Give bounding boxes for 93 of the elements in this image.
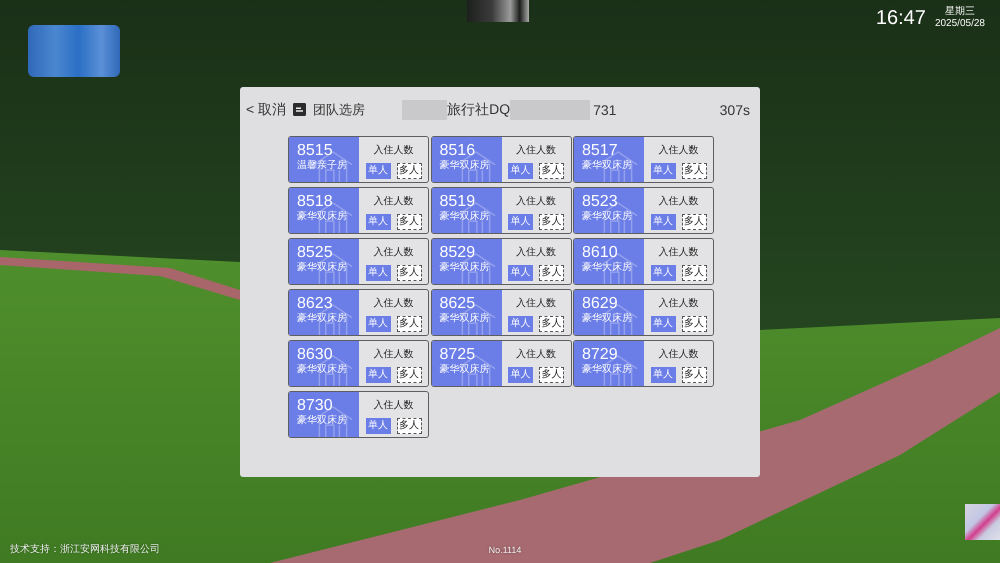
occupancy-label: 入住人数 [516,196,556,208]
room-type: 豪华双床房 [582,364,633,376]
occupancy-label: 入住人数 [374,145,414,157]
occupancy-option[interactable]: 多人 [682,265,706,281]
occupancy-label: 入住人数 [658,247,698,259]
occupancy-label: 入住人数 [374,247,414,259]
occupancy-option[interactable]: 多人 [539,367,564,383]
occupancy-option[interactable]: 单人 [508,214,533,230]
occupancy-label: 入住人数 [516,145,556,157]
occupancy-option[interactable]: 单人 [650,265,676,281]
document-icon [293,103,306,116]
date-label: 2025/05/28 [934,18,985,30]
weekday-label: 星期三 [944,6,975,18]
occupancy-option[interactable]: 多人 [682,214,706,230]
occupancy-label: 入住人数 [374,196,414,208]
occupancy-option[interactable]: 多人 [682,367,706,383]
room-type: 豪华双床房 [440,262,490,274]
room-type: 豪华双床房 [582,313,633,325]
room-number: 8730 [297,396,334,414]
occupancy-option[interactable]: 多人 [539,163,564,179]
room-type: 豪华双床房 [582,211,633,223]
occupancy-option[interactable]: 单人 [366,418,390,434]
occupancy-option[interactable]: 单人 [508,265,533,281]
occupancy-option[interactable]: 单人 [508,163,533,179]
room-type: 豪华双床房 [440,211,490,223]
pixelated-block [466,0,529,22]
group-name: 旅行社DQ [447,100,510,118]
occupancy-label: 入住人数 [658,298,698,310]
room-type: 豪华双床房 [297,313,348,325]
room-number: 8515 [297,141,334,160]
room-number: 8630 [297,345,334,364]
room-number: 8518 [297,192,334,210]
room-number: 8623 [297,294,334,312]
room-type: 豪华双床房 [440,364,490,376]
occupancy-option[interactable]: 多人 [396,367,422,383]
occupancy-option[interactable]: 单人 [650,316,676,332]
occupancy-option[interactable]: 多人 [396,163,422,179]
occupancy-option[interactable]: 单人 [508,367,533,383]
room-number: 8517 [582,141,619,160]
room-number: 8725 [440,345,476,364]
device-number: No.1114 [488,544,522,556]
room-type: 豪华双床房 [582,160,633,172]
occupancy-option[interactable]: 单人 [650,367,676,383]
occupancy-option[interactable]: 单人 [366,367,390,383]
occupancy-option[interactable]: 多人 [539,214,564,230]
occupancy-option[interactable]: 单人 [508,316,533,332]
occupancy-option[interactable]: 单人 [366,214,390,230]
occupancy-label: 入住人数 [516,349,556,361]
clock-time: 16:47 [876,7,926,29]
occupancy-option[interactable]: 多人 [539,265,564,281]
occupancy-label: 入住人数 [374,400,414,412]
occupancy-option[interactable]: 多人 [396,265,422,281]
room-number: 8729 [582,345,619,364]
room-type: 豪华双床房 [297,262,348,274]
room-type: 温馨亲子房 [297,160,348,172]
occupancy-option[interactable]: 多人 [539,316,564,332]
support-credit: 技术支持：浙江安网科技有限公司 [10,544,160,556]
room-type: 豪华双床房 [297,415,348,427]
occupancy-label: 入住人数 [658,145,698,157]
occupancy-option[interactable]: 单人 [366,265,390,281]
room-number: 8610 [582,243,619,262]
occupancy-option[interactable]: 单人 [650,163,676,179]
room-type: 豪华大床房 [582,262,633,274]
group-code: 731 [593,102,616,118]
occupancy-label: 入住人数 [516,247,556,259]
room-type: 豪华双床房 [440,160,490,172]
room-type: 豪华双床房 [297,211,348,223]
panel-title: 团队选房 [313,100,366,118]
occupancy-label: 入住人数 [658,349,698,361]
pixelated-block [965,504,1000,540]
occupancy-label: 入住人数 [374,298,414,310]
room-number: 8629 [582,294,619,312]
occupancy-option[interactable]: 单人 [366,316,390,332]
room-number: 8529 [440,243,476,262]
occupancy-label: 入住人数 [516,298,556,310]
occupancy-label: 入住人数 [374,349,414,361]
room-number: 8516 [440,141,476,160]
occupancy-option[interactable]: 多人 [682,163,706,179]
occupancy-option[interactable]: 多人 [396,418,422,434]
occupancy-option[interactable]: 多人 [682,316,706,332]
room-number: 8625 [440,294,476,312]
cancel-button[interactable]: < 取消 [246,100,286,118]
occupancy-option[interactable]: 单人 [366,163,390,179]
occupancy-option[interactable]: 多人 [396,214,422,230]
room-number: 8523 [582,192,619,210]
room-number: 8519 [440,192,476,210]
occupancy-option[interactable]: 单人 [650,214,676,230]
room-number: 8525 [297,243,334,262]
occupancy-option[interactable]: 多人 [396,316,422,332]
room-type: 豪华双床房 [297,364,348,376]
occupancy-label: 入住人数 [658,196,698,208]
room-type: 豪华双床房 [440,313,490,325]
countdown-timer: 307s [720,102,750,118]
